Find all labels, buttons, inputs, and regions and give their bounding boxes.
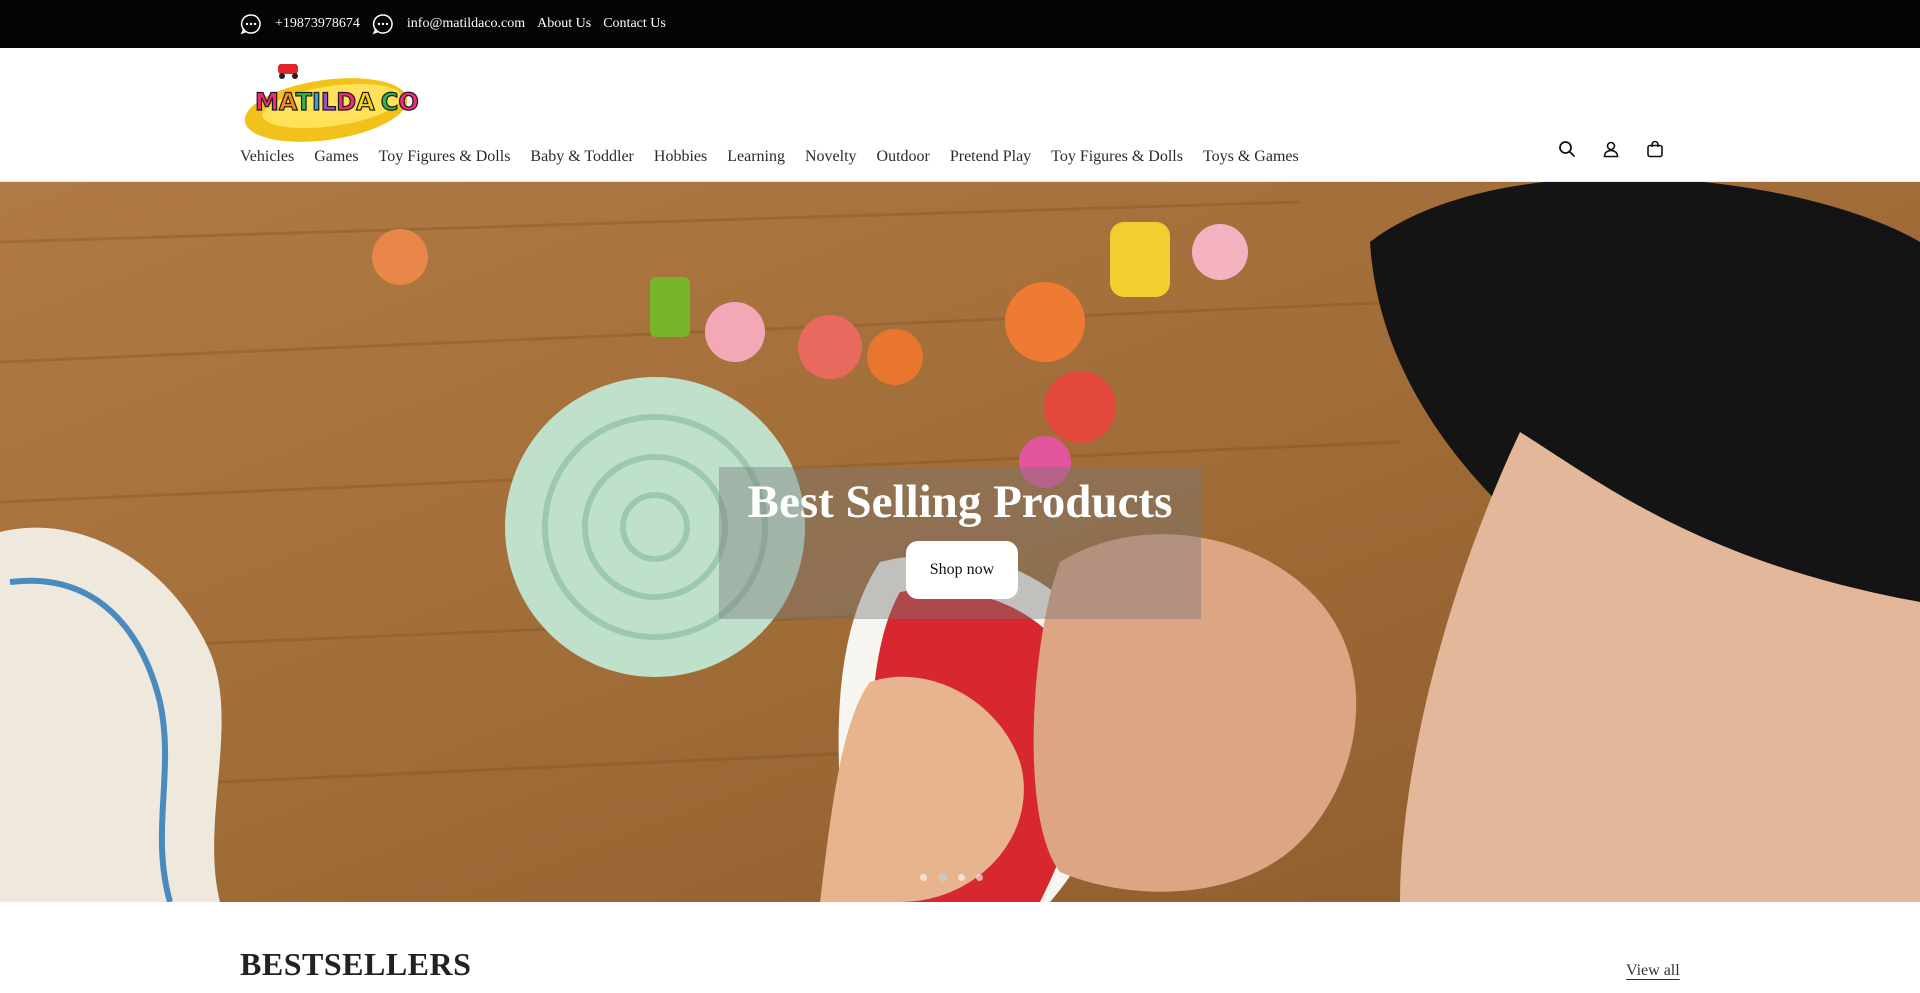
chat-bubble-icon (240, 14, 261, 35)
bestsellers-heading: BESTSELLERS (240, 946, 472, 982)
nav-games[interactable]: Games (314, 148, 358, 166)
hero-title: Best Selling Products (747, 476, 1173, 528)
slide-dot-2[interactable] (938, 873, 947, 882)
chat-bubble-icon (372, 14, 393, 35)
view-all-link[interactable]: View all (1626, 962, 1680, 980)
matilda-co-logo[interactable]: MATILDA CO (240, 58, 430, 146)
cart-icon[interactable] (1644, 138, 1666, 160)
slide-dot-3[interactable] (958, 874, 965, 881)
site-header: MATILDA CO Vehicles Games Toy Figures & D… (0, 48, 1920, 182)
contact-us-link[interactable]: Contact Us (603, 16, 666, 32)
search-icon[interactable] (1556, 138, 1578, 160)
hero-banner: Best Selling Products Shop now (0, 182, 1920, 902)
top-utility-bar: +19873978674 info@matildaco.com About Us… (0, 0, 1920, 48)
shop-now-button[interactable]: Shop now (906, 541, 1018, 599)
nav-toys-games[interactable]: Toys & Games (1203, 148, 1299, 166)
email-address[interactable]: info@matildaco.com (407, 16, 525, 32)
nav-learning[interactable]: Learning (727, 148, 785, 166)
email-contact[interactable]: info@matildaco.com (372, 13, 525, 35)
slider-dots (920, 873, 983, 882)
svg-text:MATILDACO: MATILDA CO (255, 88, 419, 116)
nav-vehicles[interactable]: Vehicles (240, 148, 294, 166)
about-us-link[interactable]: About Us (537, 16, 591, 32)
phone-contact[interactable]: +19873978674 (240, 13, 360, 35)
nav-baby-toddler[interactable]: Baby & Toddler (530, 148, 633, 166)
phone-number[interactable]: +19873978674 (275, 16, 360, 32)
slide-dot-1[interactable] (920, 874, 927, 881)
nav-toy-figures-dolls[interactable]: Toy Figures & Dolls (379, 148, 511, 166)
header-actions (1556, 138, 1666, 160)
nav-hobbies[interactable]: Hobbies (654, 148, 707, 166)
nav-pretend-play[interactable]: Pretend Play (950, 148, 1031, 166)
nav-outdoor[interactable]: Outdoor (877, 148, 930, 166)
nav-novelty[interactable]: Novelty (805, 148, 857, 166)
slide-dot-4[interactable] (976, 874, 983, 881)
main-navigation: Vehicles Games Toy Figures & Dolls Baby … (240, 148, 1319, 166)
nav-toy-figures-dolls-2[interactable]: Toy Figures & Dolls (1051, 148, 1183, 166)
account-icon[interactable] (1600, 138, 1622, 160)
